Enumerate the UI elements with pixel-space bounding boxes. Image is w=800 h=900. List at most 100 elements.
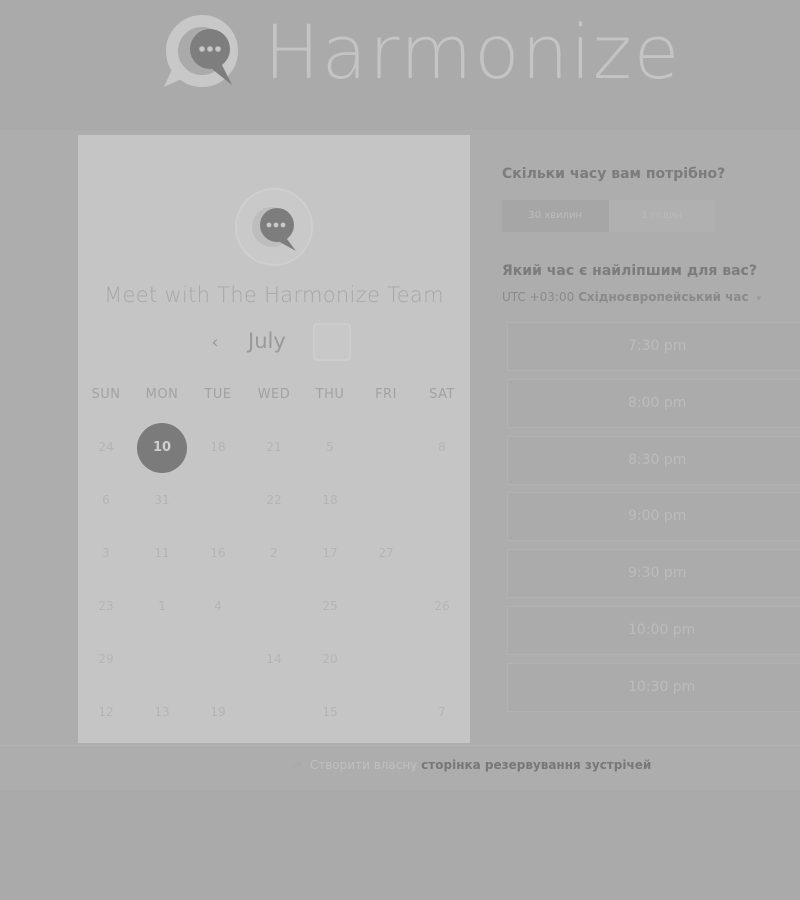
duration-question: Скільки часу вам потрібно? xyxy=(502,166,726,182)
next-month-button[interactable] xyxy=(313,323,351,361)
day-number: 26 xyxy=(434,599,450,613)
calendar-day[interactable]: 25 xyxy=(302,580,358,633)
time-slot-list: 7:30 pm 8:00 pm 8:30 pm 9:00 pm 9:30 pm 10:00… xyxy=(507,322,800,720)
day-number: 16 xyxy=(210,546,226,560)
timezone-offset: UTC +03:00 xyxy=(502,290,575,304)
calendar-day xyxy=(414,474,470,527)
calendar-day[interactable]: 17 xyxy=(302,527,358,580)
calendar-day[interactable]: 22 xyxy=(246,474,302,527)
harmonize-logo-icon xyxy=(164,15,238,87)
time-slot-button[interactable]: 9:30 pm xyxy=(507,549,800,599)
calendar-day[interactable]: 12 xyxy=(78,686,134,739)
calendar-day xyxy=(190,474,246,527)
weekday-label: THU xyxy=(315,387,345,402)
duration-option-1hour[interactable]: 1 годин xyxy=(609,200,716,232)
calendar-day[interactable]: 31 xyxy=(134,474,190,527)
calendar-day[interactable]: 23 xyxy=(78,580,134,633)
calendar-day xyxy=(246,686,302,739)
calendar-day[interactable]: 18 xyxy=(302,474,358,527)
arrow-icon: ↗ xyxy=(292,758,303,772)
time-slot-button[interactable]: 8:30 pm xyxy=(507,435,800,485)
calendar-card: Meet with The Harmonize Team ‹ July SUN M… xyxy=(78,135,470,743)
calendar-day[interactable]: 21 xyxy=(246,421,302,474)
weekday-label: TUE xyxy=(204,387,232,402)
day-number: 13 xyxy=(154,705,170,719)
time-question: Який час є найліпшим для вас? xyxy=(502,263,757,279)
day-number: 11 xyxy=(154,546,170,560)
calendar-day[interactable]: 4 xyxy=(190,580,246,633)
month-label: July xyxy=(248,329,286,353)
selected-day[interactable]: 10 xyxy=(134,421,190,474)
time-slot-button[interactable]: 10:00 pm xyxy=(507,605,800,655)
brand-name: Harmonize xyxy=(264,10,682,96)
calendar-day[interactable]: 2 xyxy=(246,527,302,580)
day-number: 19 xyxy=(210,705,226,719)
duration-option-30min[interactable]: 30 хвилин xyxy=(502,200,609,232)
day-number: 24 xyxy=(98,440,114,454)
caret-down-icon: ▾ xyxy=(756,294,761,304)
calendar-day[interactable]: 11 xyxy=(134,527,190,580)
day-number: 15 xyxy=(322,705,338,719)
timezone-selector[interactable]: UTC +03:00 Східноєвропейський час ▾ xyxy=(502,290,761,304)
calendar-day[interactable]: 29 xyxy=(78,633,134,686)
day-number: 14 xyxy=(266,652,282,666)
time-slot-button[interactable]: 10:30 pm xyxy=(507,662,800,712)
calendar-day xyxy=(358,686,414,739)
booking-page: Harmonize Meet with The Harmonize Team ‹… xyxy=(0,0,800,900)
prev-month-button[interactable]: ‹ xyxy=(204,331,226,355)
time-slot-button[interactable]: 8:00 pm xyxy=(507,378,800,428)
calendar-day[interactable]: 19 xyxy=(190,686,246,739)
calendar-day xyxy=(358,421,414,474)
duration-selector: 30 хвилин 1 годин xyxy=(502,200,715,232)
calendar-day[interactable]: 3 xyxy=(78,527,134,580)
calendar-day[interactable]: 6 xyxy=(78,474,134,527)
calendar-day[interactable]: 7 xyxy=(414,686,470,739)
footer-link-text: сторінка резервування зустрічей xyxy=(421,758,652,772)
calendar-day[interactable]: 26 xyxy=(414,580,470,633)
chevron-left-icon: ‹ xyxy=(211,332,219,353)
calendar-day[interactable]: 27 xyxy=(358,527,414,580)
day-number: 22 xyxy=(266,493,282,507)
weekday-header: SUN MON TUE WED THU FRI SAT xyxy=(78,387,470,407)
day-number: 8 xyxy=(438,440,446,454)
day-number: 17 xyxy=(322,546,338,560)
day-number: 6 xyxy=(102,493,110,507)
calendar-day[interactable]: 8 xyxy=(414,421,470,474)
day-number: 1 xyxy=(158,599,166,613)
day-number: 23 xyxy=(98,599,114,613)
brand-header: Harmonize xyxy=(160,8,681,98)
weekday-label: SAT xyxy=(429,387,455,402)
calendar-day xyxy=(246,580,302,633)
calendar-day[interactable]: 18 xyxy=(190,421,246,474)
day-number: 29 xyxy=(98,652,114,666)
weekday-label: FRI xyxy=(375,387,397,402)
day-number: 31 xyxy=(154,493,170,507)
calendar-day[interactable]: 5 xyxy=(302,421,358,474)
create-booking-page-link[interactable]: ↗ Створити власну сторінка резервування … xyxy=(292,758,651,772)
calendar-day xyxy=(358,474,414,527)
calendar-day[interactable]: 16 xyxy=(190,527,246,580)
day-number: 7 xyxy=(438,705,446,719)
day-number: 3 xyxy=(102,546,110,560)
day-number: 21 xyxy=(266,440,282,454)
weekday-label: SUN xyxy=(91,387,121,402)
calendar-day[interactable]: 1 xyxy=(134,580,190,633)
calendar-day xyxy=(190,633,246,686)
calendar-day[interactable]: 24 xyxy=(78,421,134,474)
calendar-grid: 24 10 18 21 5 8 6 31 22 18 3 11 16 2 17 27 23 1 4 25 26 29 14 2… xyxy=(78,421,470,741)
calendar-day[interactable]: 15 xyxy=(302,686,358,739)
day-number: 27 xyxy=(378,546,394,560)
calendar-day[interactable]: 13 xyxy=(134,686,190,739)
day-number: 10 xyxy=(137,423,187,473)
calendar-day[interactable]: 20 xyxy=(302,633,358,686)
weekday-label: MON xyxy=(145,387,179,402)
time-slot-button[interactable]: 9:00 pm xyxy=(507,492,800,542)
day-number: 4 xyxy=(214,599,222,613)
day-number: 12 xyxy=(98,705,114,719)
calendar-day xyxy=(414,633,470,686)
day-number: 20 xyxy=(322,652,338,666)
team-avatar-icon xyxy=(235,188,313,266)
time-slot-button[interactable]: 7:30 pm xyxy=(507,322,800,371)
calendar-day[interactable]: 14 xyxy=(246,633,302,686)
calendar-day xyxy=(414,527,470,580)
